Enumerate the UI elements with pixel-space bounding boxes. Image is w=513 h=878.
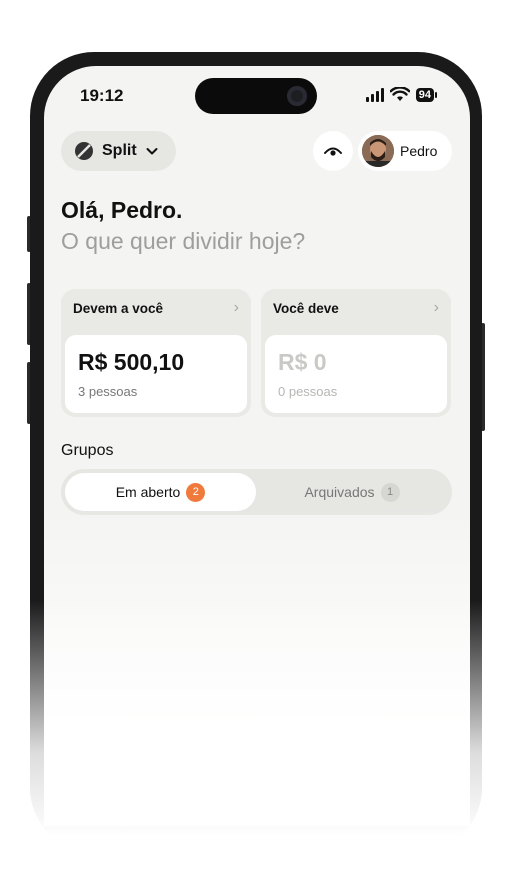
split-logo-icon — [75, 142, 93, 160]
screen-fade — [44, 506, 470, 826]
app-screen: 19:12 94 Split Pedro Olá, Pedro. O que q… — [44, 66, 470, 826]
card-amount: R$ 0 — [278, 349, 327, 375]
eye-icon — [324, 147, 342, 156]
toggle-visibility-button[interactable] — [313, 131, 353, 171]
tab-label: Arquivados — [304, 484, 375, 500]
card-title: Você deve — [273, 301, 339, 316]
profile-button[interactable]: Pedro — [358, 131, 452, 171]
wifi-icon — [389, 87, 410, 101]
card-amount: R$ 500,10 — [78, 349, 185, 375]
greeting-subtitle: O que quer dividir hoje? — [61, 228, 306, 254]
chevron-right-icon: › — [433, 299, 439, 316]
signal-icon — [365, 87, 384, 102]
groups-heading: Grupos — [61, 442, 114, 459]
tab-label: Em aberto — [115, 484, 181, 500]
device-mockup: 19:12 94 Split Pedro Olá, Pedro. O que q… — [0, 0, 513, 878]
avatar — [362, 135, 394, 167]
owed-to-you-card[interactable]: Devem a você › R$ 500,10 3 pessoas — [61, 289, 251, 417]
count-badge: 2 — [186, 482, 206, 502]
greeting-title: Olá, Pedro. — [61, 197, 183, 223]
dynamic-island — [195, 78, 317, 114]
battery-indicator: 94 — [415, 87, 438, 102]
app-selector-label: Split — [102, 142, 137, 159]
card-summary: R$ 0 0 pessoas — [265, 335, 447, 413]
card-people-count: 3 pessoas — [78, 384, 138, 399]
card-summary: R$ 500,10 3 pessoas — [65, 335, 247, 413]
chevron-down-icon — [146, 148, 158, 155]
user-name: Pedro — [400, 143, 438, 159]
status-time: 19:12 — [80, 86, 124, 105]
app-selector-button[interactable]: Split — [61, 131, 176, 171]
tab-open-groups[interactable]: Em aberto 2 — [65, 473, 256, 511]
status-indicators: 94 — [365, 87, 438, 102]
chevron-right-icon: › — [233, 299, 239, 316]
groups-segmented-control: Em aberto 2 Arquivados 1 — [61, 469, 452, 515]
you-owe-card[interactable]: Você deve › R$ 0 0 pessoas — [261, 289, 451, 417]
count-badge: 1 — [380, 482, 400, 502]
camera-icon — [287, 86, 307, 106]
tab-archived-groups[interactable]: Arquivados 1 — [256, 473, 448, 511]
card-title: Devem a você — [73, 301, 164, 316]
card-people-count: 0 pessoas — [278, 384, 338, 399]
